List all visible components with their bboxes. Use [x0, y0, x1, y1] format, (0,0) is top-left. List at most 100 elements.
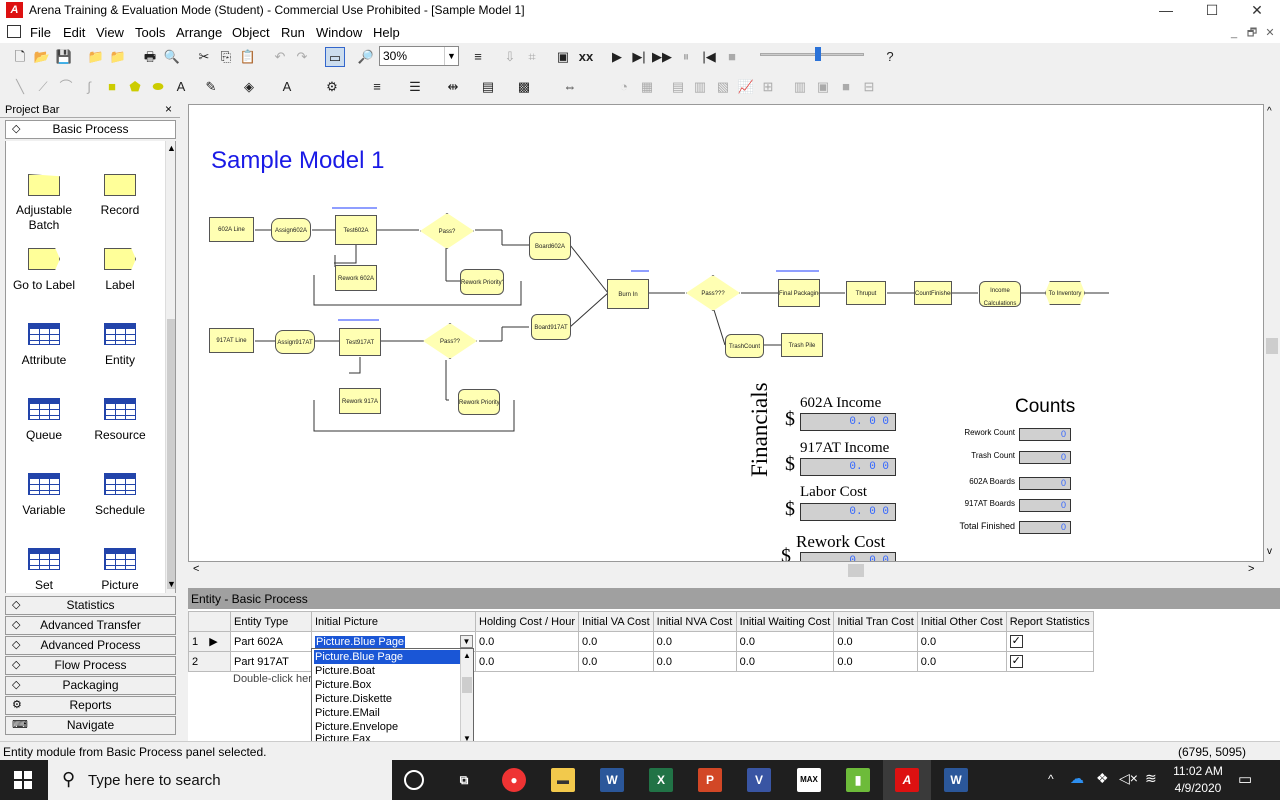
entity-type-cell[interactable]: Part 917AT: [230, 651, 312, 672]
report-statistics-cell[interactable]: ✓: [1005, 651, 1094, 672]
chrome-icon[interactable]: ●: [502, 768, 526, 792]
initial-nva-cost-cell[interactable]: 0.0: [652, 651, 737, 672]
arc-icon[interactable]: ⌒: [56, 77, 76, 97]
module-to-inventory[interactable]: To Inventory: [1045, 281, 1085, 305]
initial-nva-cost-cell[interactable]: 0.0: [652, 631, 737, 652]
taskbar-search-box[interactable]: ⚲ Type here to search: [48, 760, 392, 800]
print-preview-icon[interactable]: 🔍: [162, 47, 182, 67]
help-icon[interactable]: ?: [880, 47, 900, 67]
copy-icon[interactable]: ⎘: [216, 47, 236, 67]
panel-basic-process[interactable]: ◇ Basic Process: [5, 120, 176, 139]
module-board602a[interactable]: Board602A: [529, 232, 571, 260]
onedrive-icon[interactable]: ☁: [1070, 770, 1084, 787]
initial-va-cost-cell[interactable]: 0.0: [578, 631, 654, 652]
module-test917at[interactable]: Test917AT: [339, 328, 381, 356]
notification-icon[interactable]: ▭: [1238, 770, 1252, 788]
palette-scrollbar[interactable]: ▲ ▼: [165, 141, 175, 593]
histogram-icon[interactable]: ▧: [713, 77, 733, 97]
layers-icon[interactable]: ≡: [468, 47, 488, 67]
line-color-icon[interactable]: ✎: [201, 77, 221, 97]
chevron-down-icon[interactable]: v: [1267, 546, 1272, 557]
report-statistics-checkbox[interactable]: ✓: [1009, 655, 1023, 668]
dropdown-option[interactable]: Picture.EMail: [314, 706, 460, 720]
queue-anim-icon[interactable]: ⊞: [758, 77, 778, 97]
speed-slider-thumb[interactable]: [815, 47, 821, 61]
report-statistics-checkbox[interactable]: ✓: [1009, 635, 1023, 648]
palette-item-attribute[interactable]: Attribute: [6, 301, 82, 371]
palette-item-go-to-label[interactable]: Go to Label: [6, 226, 82, 296]
row-number[interactable]: 2: [188, 651, 231, 672]
dropdown-scrollbar[interactable]: ▲ ▼: [460, 649, 473, 745]
palette-item-entity[interactable]: Entity: [82, 301, 158, 371]
template-icon[interactable]: 📁: [108, 47, 128, 67]
palette-item-set[interactable]: Set: [6, 526, 82, 593]
palette-item-variable[interactable]: Variable: [6, 451, 82, 521]
zoom-icon[interactable]: 🔎: [356, 47, 376, 67]
dropdown-option[interactable]: Picture.Blue Page: [314, 650, 460, 664]
minimize-button[interactable]: —: [1143, 0, 1189, 22]
initial-waiting-cost-cell[interactable]: 0.0: [735, 631, 835, 652]
dropdown-option[interactable]: Picture.Boat: [314, 664, 460, 678]
line-width-icon[interactable]: ≡: [367, 77, 387, 97]
module-trashcount[interactable]: TrashCount: [725, 334, 764, 358]
palette-item-resource[interactable]: Resource: [82, 376, 158, 446]
step-icon[interactable]: ▶|: [629, 47, 649, 67]
pause-icon[interactable]: ⏸: [676, 47, 696, 67]
bezier-icon[interactable]: ∫: [79, 77, 99, 97]
menu-window[interactable]: Window: [316, 25, 362, 40]
palette-item-record[interactable]: Record: [82, 141, 158, 217]
chevron-up-icon[interactable]: ^: [1048, 772, 1054, 786]
volume-icon[interactable]: ◁×: [1119, 770, 1138, 787]
polyline-icon[interactable]: ⟋: [33, 77, 53, 97]
print-icon[interactable]: 🖶: [140, 47, 160, 67]
menu-help[interactable]: Help: [373, 25, 400, 40]
menu-run[interactable]: Run: [281, 25, 305, 40]
module-trash-pile[interactable]: Trash Pile: [781, 333, 823, 357]
close-icon[interactable]: ×: [165, 102, 172, 116]
panel-statistics[interactable]: ◇ Statistics: [5, 596, 176, 615]
connect-icon[interactable]: ⌗: [522, 47, 542, 67]
menu-view[interactable]: View: [96, 25, 124, 40]
report-statistics-cell[interactable]: ✓: [1005, 631, 1094, 652]
model-canvas[interactable]: Sample Model 1 602A Line Assign602A Test…: [188, 104, 1264, 562]
entity-type-cell[interactable]: Part 602A: [230, 631, 312, 652]
station-icon[interactable]: ▣: [813, 77, 833, 97]
module-rework602a[interactable]: Rework 602A: [335, 265, 377, 291]
module-rework-priority-2[interactable]: Rework Priority2: [458, 389, 500, 415]
palette-item-adjustable-batch[interactable]: Adjustable Batch: [6, 141, 82, 232]
palette-item-label[interactable]: Label: [82, 226, 158, 296]
word-icon[interactable]: W: [600, 768, 624, 792]
variable-icon[interactable]: ▤: [668, 77, 688, 97]
menu-file[interactable]: File: [30, 25, 51, 40]
canvas-horizontal-scrollbar[interactable]: < >: [188, 562, 1264, 579]
panel-navigate[interactable]: ⌨ Navigate: [5, 716, 176, 735]
zoom-select[interactable]: 30% ▼: [379, 46, 459, 66]
module-rework-priority-1[interactable]: Rework Priority?: [460, 269, 504, 295]
module-assign917at[interactable]: Assign917AT: [275, 330, 315, 354]
module-board917at[interactable]: Board917AT: [531, 314, 571, 340]
background-icon[interactable]: ⚙: [322, 77, 342, 97]
chevron-left-icon[interactable]: <: [193, 563, 199, 575]
powerpoint-icon[interactable]: P: [698, 768, 722, 792]
module-burn-in[interactable]: Burn In: [607, 279, 649, 309]
word-icon-2[interactable]: W: [944, 768, 968, 792]
wifi-icon[interactable]: ≋: [1145, 770, 1157, 787]
document-icon[interactable]: [7, 25, 21, 38]
menu-edit[interactable]: Edit: [63, 25, 85, 40]
submodel-icon[interactable]: ⇩: [500, 47, 520, 67]
play-icon[interactable]: ▶: [607, 47, 627, 67]
plot-icon[interactable]: 📈: [736, 77, 756, 97]
text-color-icon[interactable]: A: [277, 77, 297, 97]
initial-other-cost-cell[interactable]: 0.0: [916, 631, 1007, 652]
initial-va-cost-cell[interactable]: 0.0: [578, 651, 654, 672]
initial-tran-cost-cell[interactable]: 0.0: [833, 651, 918, 672]
mdi-close-button[interactable]: ✕: [1262, 26, 1278, 40]
mdi-restore-button[interactable]: 🗗: [1244, 26, 1260, 40]
panel-packaging[interactable]: ◇ Packaging: [5, 676, 176, 695]
menu-arrange[interactable]: Arrange: [176, 25, 222, 40]
mdi-minimize-button[interactable]: _: [1226, 26, 1242, 40]
arrow-style-icon[interactable]: ⇹: [443, 77, 463, 97]
date-icon[interactable]: ▦: [637, 77, 657, 97]
new-file-icon[interactable]: 🗋: [10, 47, 30, 67]
module-assign602a[interactable]: Assign602A: [271, 218, 311, 242]
